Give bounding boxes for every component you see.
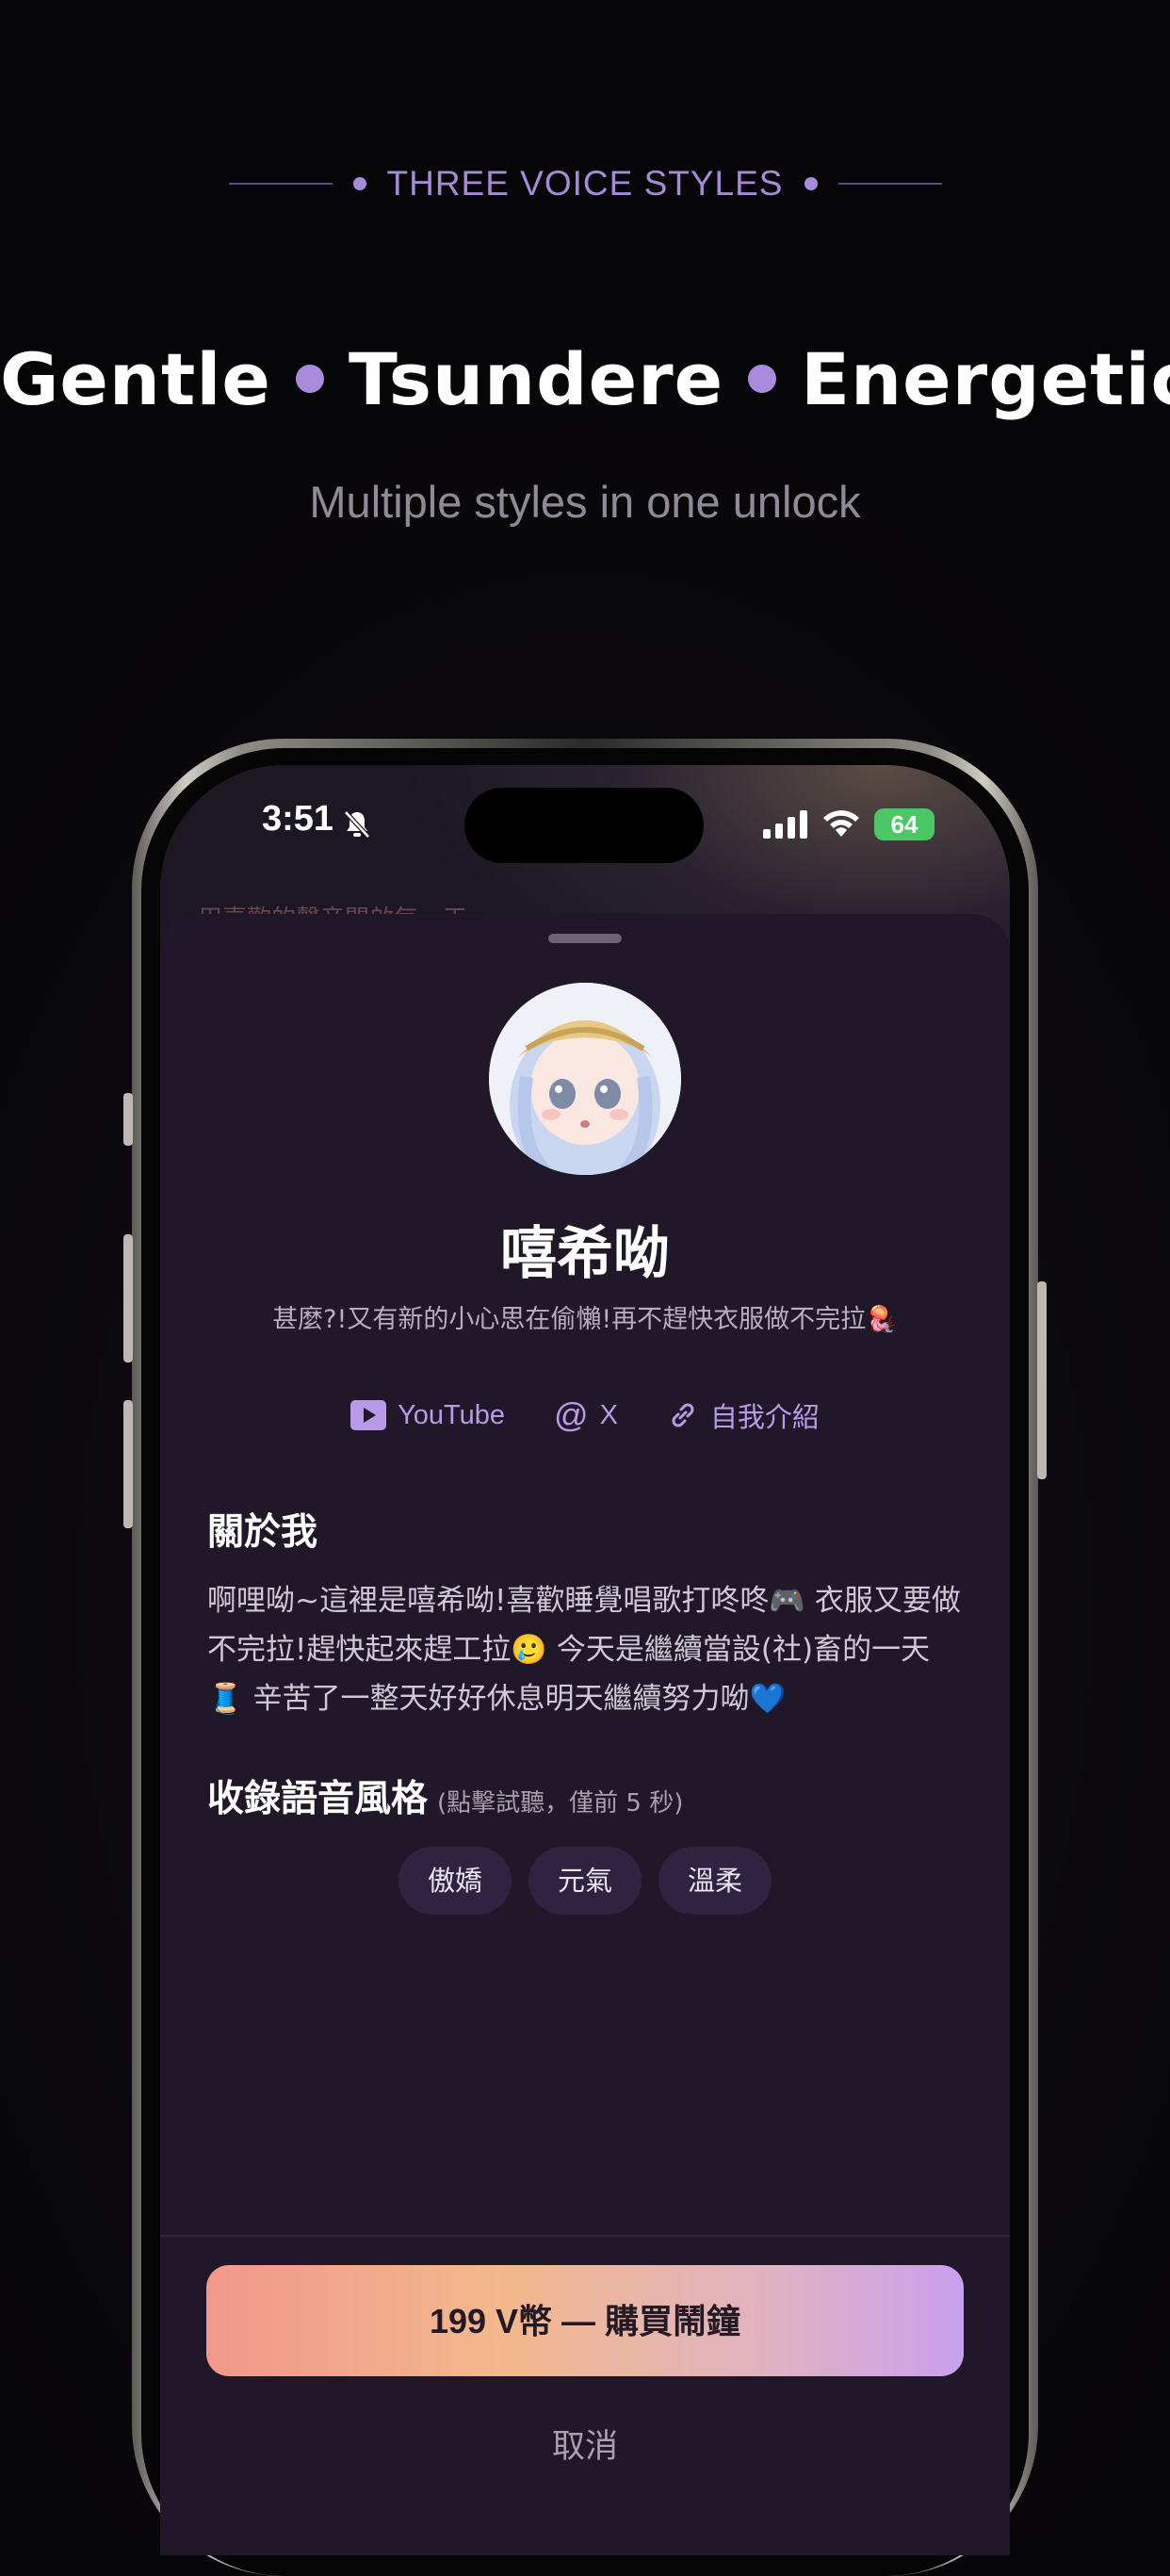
voice-styles-note: (點擊試聽，僅前 5 秒) [437, 1789, 684, 1818]
intro-link-label: 自我介紹 [709, 1403, 820, 1433]
avatar [489, 983, 681, 1175]
x-link-label: X [599, 1399, 618, 1430]
status-time: 3:51 [262, 799, 334, 839]
profile-bio: 甚麼?!又有新的小心思在偷懶!再不趕快衣服做不完拉🪼 [272, 1305, 898, 1334]
wifi-icon [823, 810, 859, 837]
youtube-link-label: YouTube [398, 1399, 506, 1430]
voice-chip-tsundere[interactable]: 傲嬌 [398, 1847, 512, 1915]
about-text: 啊哩呦~這裡是嘻希呦!喜歡睡覺唱歌打咚咚🎮 衣服又要做不完拉!趕快起來趕工拉🥲 … [207, 1584, 961, 1716]
x-link[interactable]: @ X [554, 1395, 618, 1435]
subtitle: Multiple styles in one unlock [309, 477, 861, 527]
profile-name: 嘻希呦 [500, 1221, 670, 1287]
battery-indicator: 64 [874, 808, 934, 840]
cancel-button[interactable]: 取消 [490, 2420, 680, 2468]
eyebrow-right-dot [804, 177, 818, 190]
youtube-link[interactable]: YouTube [350, 1400, 505, 1431]
at-icon: @ [554, 1395, 589, 1434]
link-icon [672, 1403, 694, 1427]
voice-chip-gentle[interactable]: 溫柔 [658, 1847, 772, 1915]
bullet-dot [295, 365, 324, 393]
battery-level: 64 [890, 810, 918, 839]
footer-divider [160, 2235, 1010, 2237]
bullet-dot [748, 365, 777, 393]
avatar-illustration [489, 983, 681, 1175]
about-heading: 關於我 [207, 1511, 318, 1554]
style-tsundere: Tsundere [348, 337, 724, 421]
profile-links: YouTube @ X 自我介紹 [160, 1391, 1010, 1440]
signal-icon [763, 810, 807, 839]
volume-up-button [123, 1234, 133, 1362]
voice-chip-energetic[interactable]: 元氣 [528, 1847, 642, 1915]
style-energetic: Energetic [801, 337, 1170, 421]
intro-link[interactable]: 自我介紹 [667, 1395, 820, 1435]
headline: Gentle Tsundere Energetic [0, 337, 1170, 421]
sheet-grab-handle[interactable] [548, 934, 622, 943]
eyebrow-right-line [837, 183, 942, 185]
volume-down-button [123, 1400, 133, 1528]
eyebrow-row: THREE VOICE STYLES [0, 158, 1170, 209]
voice-styles-heading: 收錄語音風格 (點擊試聽，僅前 5 秒) [207, 1769, 683, 1822]
power-button [1037, 1281, 1047, 1479]
youtube-icon [350, 1400, 387, 1430]
purchase-alarm-button[interactable]: 199 V幣 — 購買鬧鐘 [206, 2265, 964, 2376]
eyebrow-text: THREE VOICE STYLES [386, 164, 784, 203]
dynamic-island [464, 788, 704, 863]
bell-muted-icon [344, 810, 370, 839]
voice-style-chips: 傲嬌 元氣 溫柔 [160, 1847, 1010, 1915]
voice-styles-title: 收錄語音風格 [207, 1778, 429, 1820]
action-button [123, 1093, 133, 1146]
style-gentle: Gentle [0, 337, 271, 421]
eyebrow-left-dot [352, 177, 366, 190]
eyebrow-left-line [228, 183, 333, 185]
